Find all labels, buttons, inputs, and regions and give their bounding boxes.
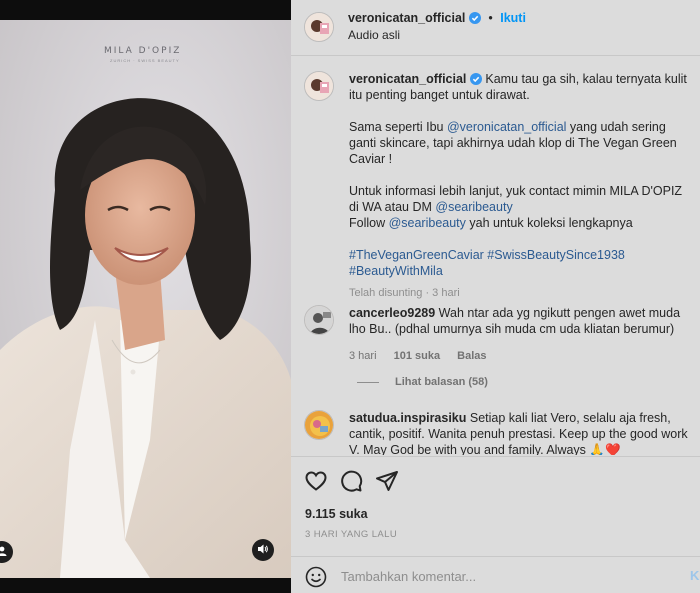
header-username[interactable]: veronicatan_official	[348, 11, 465, 25]
view-replies-label: Lihat balasan (58)	[395, 376, 488, 388]
video-brand-watermark: MILA D'OPIZ	[104, 46, 182, 56]
mention-link[interactable]: @searibeauty	[389, 216, 466, 230]
video-brand-sub: ZURICH · SWISS BEAUTY	[110, 58, 180, 63]
caption-username[interactable]: veronicatan_official	[349, 72, 466, 86]
comment-username[interactable]: cancerleo9289	[349, 306, 435, 320]
hashtag-links[interactable]: #TheVeganGreenCaviar #SwissBeautySince19…	[349, 248, 625, 278]
commenter-avatar[interactable]	[304, 305, 334, 335]
verified-badge-icon	[468, 11, 484, 25]
comment-icon[interactable]	[339, 469, 363, 493]
comment-meta: 3 hari 101 suka Balas	[349, 348, 694, 364]
comment-item: satudua.inspirasiku Setiap kali liat Ver…	[349, 410, 694, 455]
follow-button[interactable]: Ikuti	[500, 11, 526, 25]
post-caption: veronicatan_official Kamu tau ga sih, ka…	[349, 71, 694, 301]
like-count[interactable]: 9.115 suka	[305, 507, 368, 521]
mention-link[interactable]: @searibeauty	[435, 200, 512, 214]
original-audio-link[interactable]: Audio asli	[348, 28, 400, 42]
post-media: MILA D'OPIZ ZURICH · SWISS BEAUTY	[0, 0, 291, 593]
caption-text: Sama seperti Ibu	[349, 120, 447, 134]
post-details-panel: veronicatan_official • Ikuti Audio asli …	[291, 0, 700, 593]
author-avatar[interactable]	[304, 12, 334, 42]
comment-input[interactable]	[341, 566, 671, 586]
speaker-icon	[257, 543, 269, 558]
mention-link[interactable]: @veronicatan_official	[447, 120, 566, 134]
emoji-icon[interactable]	[305, 566, 327, 588]
replies-divider	[357, 381, 379, 383]
instagram-post-window: MILA D'OPIZ ZURICH · SWISS BEAUTY veroni…	[0, 0, 700, 593]
edited-timestamp: Telah disunting · 3 hari	[349, 287, 460, 299]
send-icon[interactable]	[375, 469, 399, 493]
heart-icon[interactable]	[304, 469, 328, 493]
caption-author-avatar[interactable]	[304, 71, 334, 101]
verified-badge-icon	[469, 72, 485, 86]
view-replies-button[interactable]: Lihat balasan (58)	[357, 376, 488, 388]
add-comment-bar: K	[291, 556, 700, 593]
video-player[interactable]: MILA D'OPIZ ZURICH · SWISS BEAUTY	[0, 20, 291, 578]
user-icon	[0, 545, 8, 560]
post-header: veronicatan_official • Ikuti Audio asli	[291, 0, 700, 56]
header-title-row: veronicatan_official • Ikuti	[348, 11, 526, 25]
media-letterbox-top	[0, 0, 291, 20]
caption-text: Follow	[349, 216, 389, 230]
comment-likes[interactable]: 101 suka	[394, 350, 440, 362]
comment-username[interactable]: satudua.inspirasiku	[349, 411, 466, 425]
post-date: 3 HARI YANG LALU	[305, 529, 398, 540]
comment-item: cancerleo9289 Wah ntar ada yg ngikutt pe…	[349, 305, 694, 364]
commenter-avatar[interactable]	[304, 410, 334, 440]
post-actions: 9.115 suka 3 HARI YANG LALU	[291, 456, 700, 556]
audio-toggle-button[interactable]	[252, 539, 274, 561]
comment-time[interactable]: 3 hari	[349, 350, 377, 362]
caption-text: yah untuk koleksi lengkapnya	[465, 216, 633, 230]
reply-button[interactable]: Balas	[457, 350, 486, 362]
caption-text: Untuk informasi lebih lanjut, yuk contac…	[349, 184, 683, 214]
video-frame-illustration	[0, 20, 291, 578]
post-comment-button[interactable]: K	[690, 568, 699, 583]
header-separator: •	[488, 11, 493, 25]
media-letterbox-bottom	[0, 578, 291, 593]
